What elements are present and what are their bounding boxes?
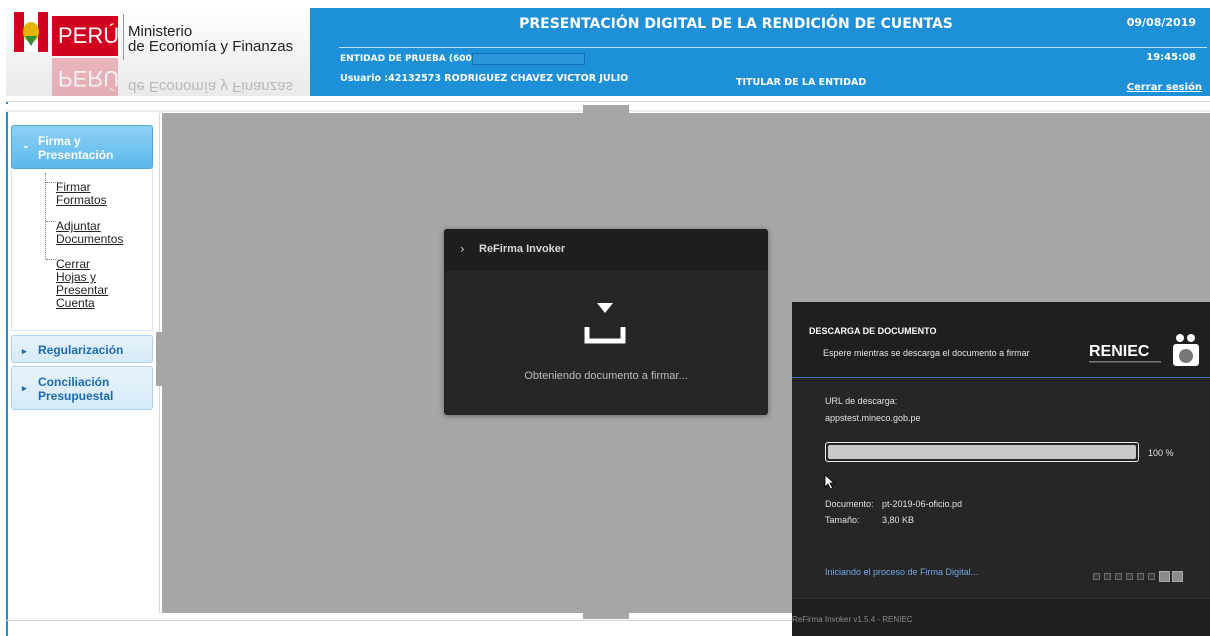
loading-dot — [1148, 573, 1155, 580]
loading-indicator — [1093, 566, 1185, 582]
peru-coat-of-arms-icon — [14, 12, 48, 52]
entity-name: ENTIDAD DE PRUEBA (6000) — [340, 54, 483, 64]
sidebar-splitter[interactable] — [156, 332, 162, 386]
progress-percent: 100 % — [1148, 448, 1174, 458]
mef-logo: PERÚ Ministerio de Economía y Finanzas P… — [6, 8, 310, 96]
ministry-line2: de Economía y Finanzas — [128, 38, 294, 55]
resize-handle-bottom[interactable] — [583, 613, 629, 619]
chevron-right-icon: › — [460, 242, 465, 256]
refirma-dialog-header: › ReFirma Invoker — [444, 229, 768, 271]
chevron-right-icon: ▸ — [22, 383, 27, 393]
tree-branch — [46, 259, 56, 260]
refirma-dialog-title: ReFirma Invoker — [479, 243, 566, 255]
loading-dot — [1115, 573, 1122, 580]
menu-item-cerrar-hojas[interactable]: Cerrar Hojas y Presentar Cuenta — [56, 258, 146, 310]
accordion-body: Firmar Formatos Adjuntar Documentos Cerr… — [11, 169, 153, 331]
chevron-right-icon: ▸ — [22, 346, 27, 356]
menu-item-line: Cuenta — [56, 296, 95, 310]
section-label-line2: Presupuestal — [38, 389, 114, 403]
accordion-firma-presentacion[interactable]: ⌄ Firma y Presentación — [11, 125, 153, 169]
loading-dot — [1104, 573, 1111, 580]
header-divider — [339, 47, 1207, 48]
refirma-status: Obteniendo documento a firmar... — [524, 370, 688, 382]
size-value: 3,80 KB — [882, 515, 915, 525]
tree-line — [45, 173, 46, 259]
header-date: 09/08/2019 — [1126, 16, 1196, 29]
ministry-reflection: de Economía y Finanzas — [128, 78, 294, 95]
section-label-line1: Conciliación — [38, 375, 110, 389]
document-value: pt-2019-06-oficio.pd — [882, 499, 963, 509]
refirma-dialog: › ReFirma Invoker Obteniendo documento a… — [444, 229, 768, 415]
chevron-down-icon: ⌄ — [22, 140, 30, 150]
logout-link[interactable]: Cerrar sesión — [1127, 82, 1202, 93]
url-label: URL de descarga: — [825, 396, 898, 406]
progress-fill — [828, 445, 1136, 459]
signing-process-link[interactable]: Iniciando el proceso de Firma Digital... — [825, 567, 978, 577]
sidebar: ⌄ Firma y Presentación Firmar Formatos A… — [8, 113, 160, 613]
ministry-name: Ministerio de Economía y Finanzas — [128, 24, 293, 54]
peru-brand: PERÚ — [52, 16, 119, 56]
document-label: Documento: — [825, 499, 874, 509]
menu-item-line: Formatos — [56, 193, 107, 207]
app-header: PERÚ Ministerio de Economía y Finanzas P… — [6, 8, 1210, 96]
download-title: DESCARGA DE DOCUMENTO — [809, 326, 937, 336]
download-panel-header: DESCARGA DE DOCUMENTO Espere mientras se… — [792, 302, 1210, 378]
menu-item-adjuntar-documentos[interactable]: Adjuntar Documentos — [56, 220, 146, 246]
download-icon — [584, 303, 626, 344]
loading-dot — [1126, 573, 1133, 580]
download-panel: DESCARGA DE DOCUMENTO Espere mientras se… — [792, 302, 1210, 636]
url-value: appstest.mineco.gob.pe — [825, 413, 921, 423]
loading-dot-active — [1159, 571, 1170, 582]
section-label: Regularización — [38, 343, 124, 357]
resize-handle-top[interactable] — [583, 105, 629, 113]
menu-item-firmar-formatos[interactable]: Firmar Formatos — [56, 181, 146, 207]
download-panel-footer: ReFirma Invoker v1.5.4 - RENIEC — [792, 598, 1210, 636]
reniec-logo-icon: RENIEC — [1089, 334, 1199, 366]
size-label: Tamaño: — [825, 515, 860, 525]
tree-branch — [46, 221, 56, 222]
loading-dot-active — [1172, 571, 1183, 582]
section-label-line2: Presentación — [38, 148, 114, 162]
menu-item-line: Documentos — [56, 232, 124, 246]
user-info: Usuario :42132573 RODRIGUEZ CHAVEZ VICTO… — [340, 73, 629, 84]
reniec-logo-text: RENIEC — [1089, 343, 1150, 360]
header-separator — [6, 96, 1210, 102]
loading-dot — [1093, 573, 1100, 580]
mouse-cursor-icon — [824, 474, 836, 490]
logo-divider — [123, 14, 124, 60]
logo-reflection: PERÚ de Economía y Finanzas — [6, 58, 310, 96]
loading-dot — [1137, 573, 1144, 580]
header-time: 19:45:08 — [1146, 52, 1196, 63]
download-progress-bar — [825, 442, 1139, 462]
accordion-regularizacion[interactable]: ▸ Regularización — [11, 335, 153, 363]
peru-brand-reflection: PERÚ — [52, 58, 119, 96]
user-role: TITULAR DE LA ENTIDAD — [736, 77, 867, 88]
ministry-line1: Ministerio — [128, 23, 193, 40]
entity-field — [472, 53, 585, 65]
download-subtitle: Espere mientras se descarga el documento… — [823, 348, 1030, 358]
version-text: ReFirma Invoker v1.5.4 - RENIEC — [792, 615, 913, 624]
section-label-line1: Firma y — [38, 134, 81, 148]
accordion-conciliacion[interactable]: ▸ Conciliación Presupuestal — [11, 366, 153, 410]
page-title: PRESENTACIÓN DIGITAL DE LA RENDICIÓN DE … — [519, 16, 953, 32]
tree-branch — [46, 182, 56, 183]
